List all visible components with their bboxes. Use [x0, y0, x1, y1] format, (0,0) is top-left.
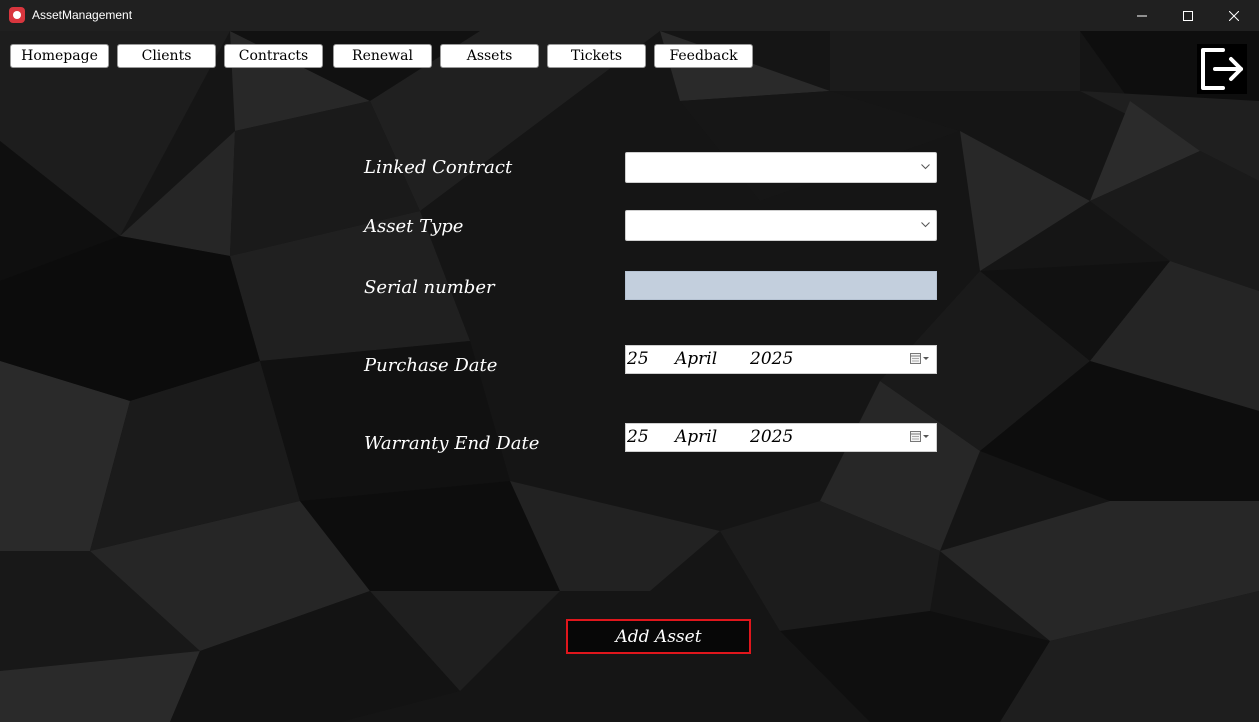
purchase-date-day[interactable]: 25 [627, 349, 649, 369]
warranty-end-date-label: Warranty End Date [364, 433, 540, 454]
nav-homepage-button[interactable]: Homepage [10, 44, 109, 68]
asset-type-label: Asset Type [364, 216, 464, 237]
chevron-down-icon [921, 164, 930, 170]
serial-number-input[interactable] [625, 271, 937, 300]
purchase-date-year[interactable]: 2025 [750, 349, 793, 369]
nav-contracts-button[interactable]: Contracts [224, 44, 323, 68]
linked-contract-select[interactable] [625, 152, 937, 183]
warranty-end-date-day[interactable]: 25 [627, 427, 649, 447]
main-content: Homepage Clients Contracts Renewal Asset… [0, 31, 1259, 722]
title-bar: AssetManagement [0, 0, 1259, 31]
maximize-icon [1183, 10, 1193, 21]
close-icon [1229, 10, 1239, 21]
window-title: AssetManagement [32, 8, 133, 22]
add-asset-button[interactable]: Add Asset [566, 619, 751, 654]
calendar-dropdown-icon[interactable] [910, 431, 930, 443]
purchase-date-picker[interactable]: 25 April 2025 [625, 345, 937, 374]
nav-clients-button[interactable]: Clients [117, 44, 216, 68]
minimize-icon [1137, 15, 1147, 16]
purchase-date-label: Purchase Date [364, 355, 498, 376]
warranty-end-date-year[interactable]: 2025 [750, 427, 793, 447]
nav-tickets-button[interactable]: Tickets [547, 44, 646, 68]
app-logo-icon [9, 7, 25, 23]
asset-type-select[interactable] [625, 210, 937, 241]
nav-renewal-button[interactable]: Renewal [333, 44, 432, 68]
calendar-dropdown-icon[interactable] [910, 353, 930, 365]
logout-button[interactable] [1197, 44, 1247, 94]
close-button[interactable] [1211, 0, 1257, 31]
nav-feedback-button[interactable]: Feedback [654, 44, 753, 68]
serial-number-label: Serial number [364, 277, 495, 298]
chevron-down-icon [921, 222, 930, 228]
maximize-button[interactable] [1165, 0, 1211, 31]
warranty-end-date-month[interactable]: April [675, 427, 717, 447]
warranty-end-date-picker[interactable]: 25 April 2025 [625, 423, 937, 452]
logout-icon [1201, 48, 1243, 90]
linked-contract-label: Linked Contract [364, 157, 513, 178]
nav-assets-button[interactable]: Assets [440, 44, 539, 68]
purchase-date-month[interactable]: April [675, 349, 717, 369]
minimize-button[interactable] [1119, 0, 1165, 31]
